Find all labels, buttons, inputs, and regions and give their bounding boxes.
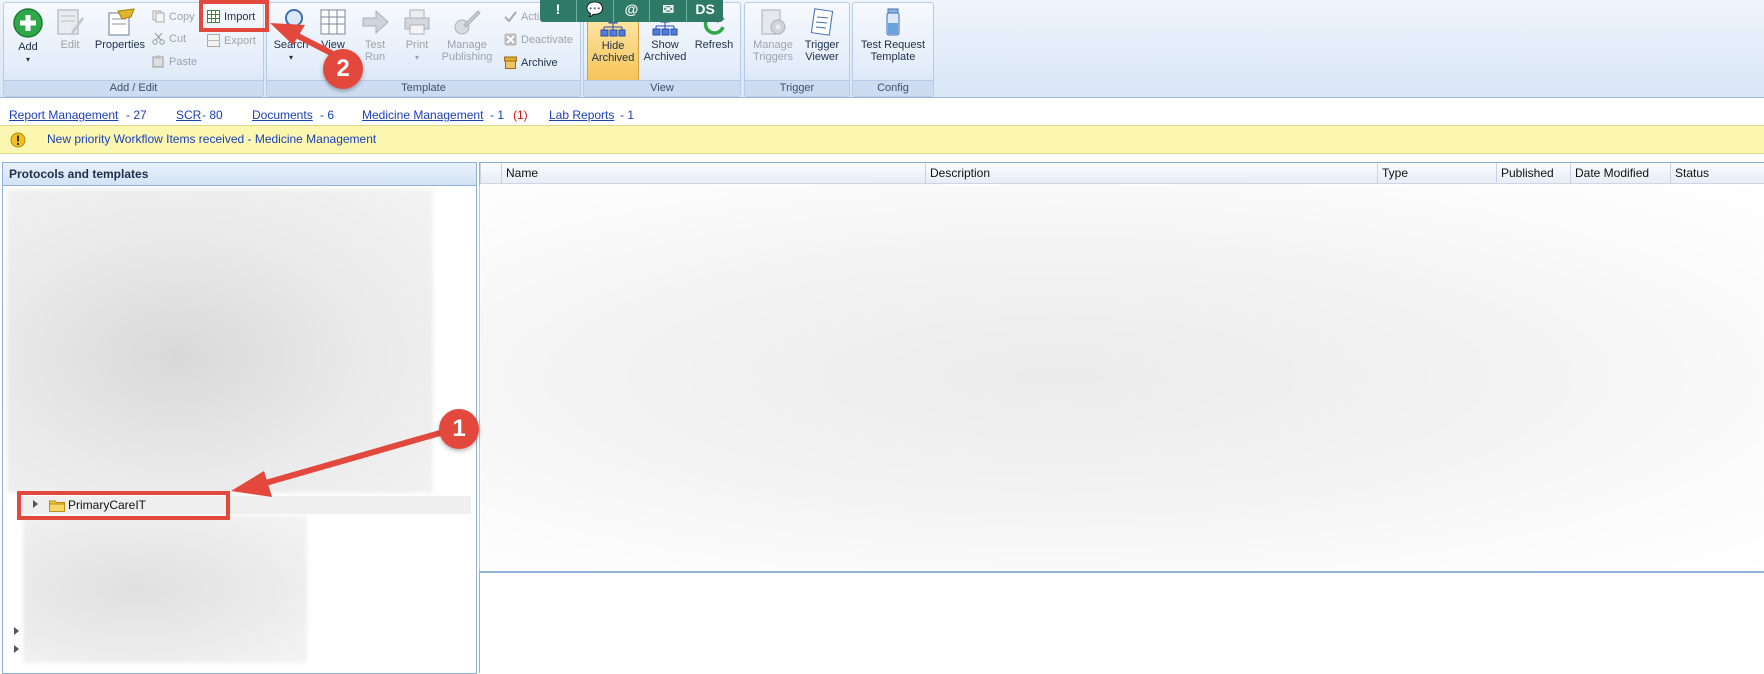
annotation-arrows [231, 23, 441, 497]
arrow-line-2 [292, 31, 337, 58]
step-badge-1: 1 [439, 409, 479, 449]
step-badge-2: 2 [323, 49, 363, 89]
arrow-line-1 [261, 430, 441, 487]
arrow-head-1 [231, 471, 272, 497]
